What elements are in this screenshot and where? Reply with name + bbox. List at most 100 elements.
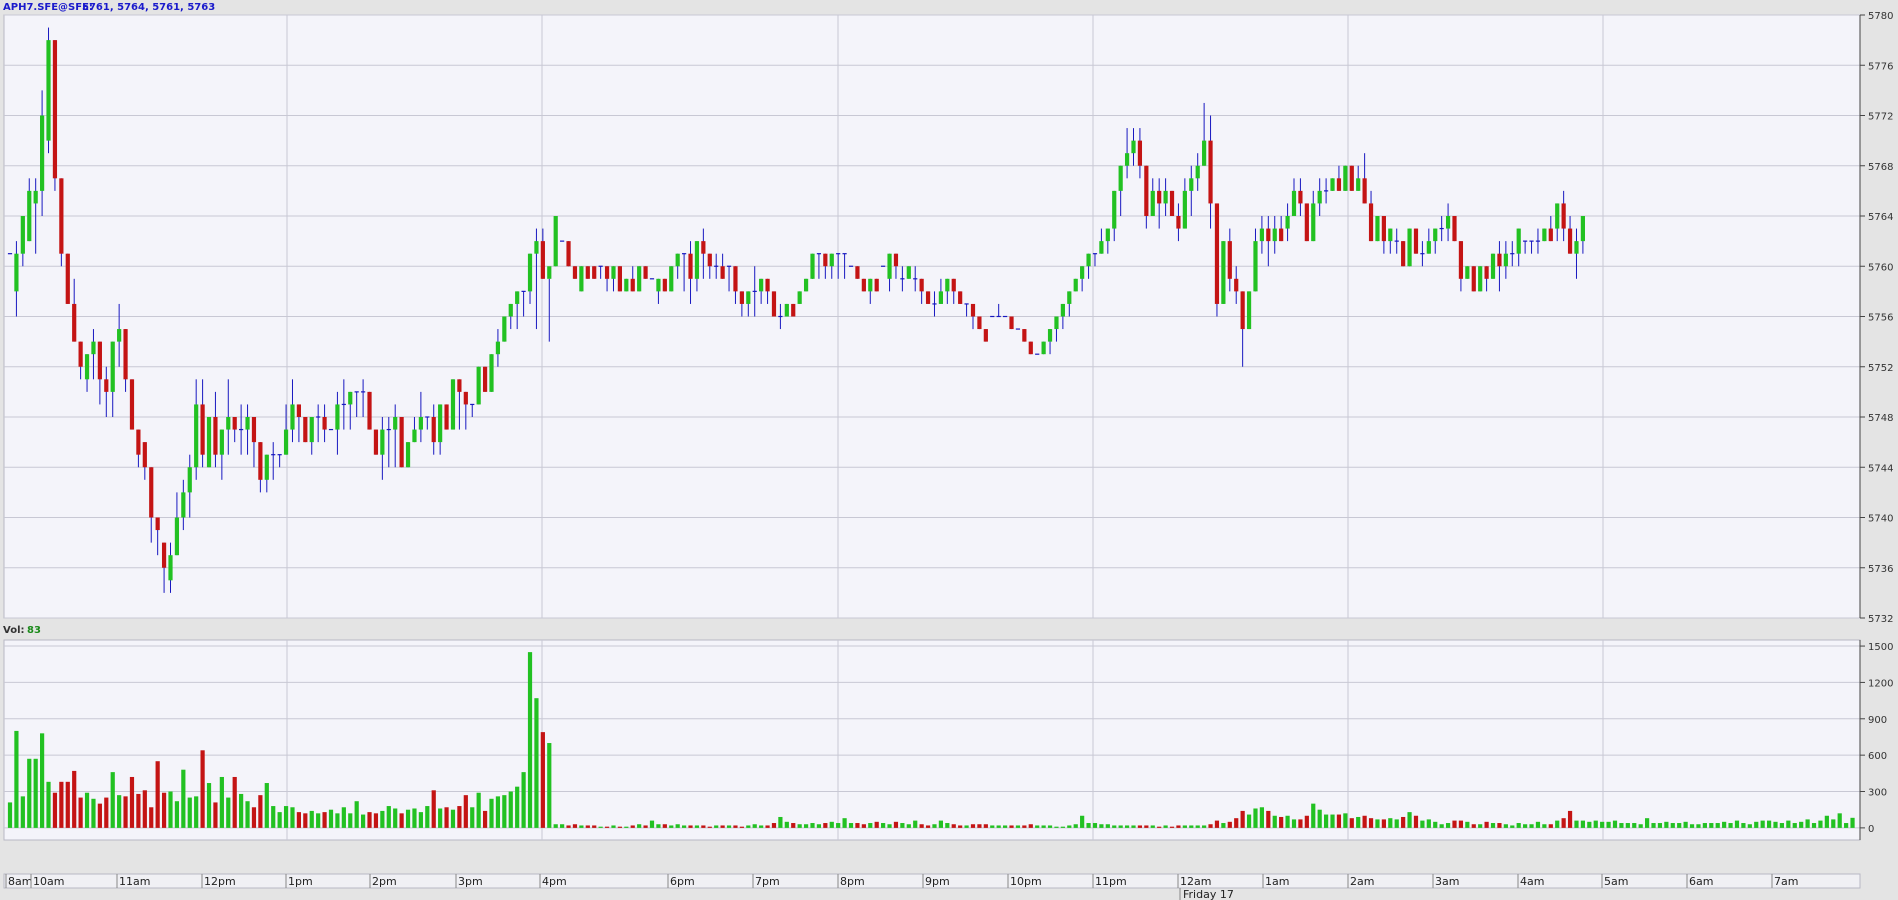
volume-bar xyxy=(1150,825,1155,828)
volume-bar xyxy=(149,807,154,828)
volume-bar xyxy=(1118,825,1123,828)
price-candle xyxy=(1490,253,1496,279)
price-candle xyxy=(617,266,622,292)
volume-bar xyxy=(604,826,610,828)
volume-tick-label: 1200 xyxy=(1868,678,1893,689)
candle-body xyxy=(489,354,494,392)
volume-bar xyxy=(893,821,899,828)
volume-bar xyxy=(495,796,501,828)
volume-bar xyxy=(97,803,102,828)
volume-bar xyxy=(155,761,160,828)
price-candle xyxy=(662,278,667,292)
price-candle xyxy=(1349,165,1354,191)
candle-body xyxy=(251,417,257,443)
candle-body xyxy=(784,303,789,317)
volume-bar xyxy=(560,824,565,828)
volume-bar xyxy=(1182,825,1187,828)
volume-bar xyxy=(983,824,988,828)
volume-bar xyxy=(579,825,584,828)
volume-bar xyxy=(1670,823,1675,828)
volume-bar xyxy=(540,732,545,828)
volume-bar xyxy=(1709,823,1714,828)
volume-bar xyxy=(1760,820,1765,828)
candle-body xyxy=(367,391,372,430)
candle-body xyxy=(1407,228,1412,267)
price-candle xyxy=(1169,190,1175,216)
volume-bar xyxy=(296,812,301,828)
volume-bar xyxy=(1285,815,1290,828)
price-candle xyxy=(643,266,648,279)
candle-body xyxy=(508,303,513,317)
volume-bar xyxy=(418,812,423,828)
candle-body xyxy=(983,329,988,342)
candle-body xyxy=(534,241,539,254)
volume-bar xyxy=(1240,810,1245,828)
volume-bar xyxy=(881,823,886,828)
candle-body xyxy=(219,429,224,455)
candle-body xyxy=(1214,203,1220,304)
price-candle xyxy=(1471,266,1476,292)
volume-bar xyxy=(1722,821,1727,828)
candle-body xyxy=(1490,253,1496,279)
volume-bar xyxy=(444,807,449,828)
volume-bar xyxy=(1022,825,1027,828)
volume-bar xyxy=(919,824,924,828)
volume-bar xyxy=(1600,821,1605,828)
volume-bar xyxy=(206,783,212,828)
time-tick-label: 6am xyxy=(1689,875,1713,888)
volume-bar xyxy=(1824,815,1829,828)
volume-bar xyxy=(129,776,135,828)
time-tick-label: 3pm xyxy=(458,875,483,888)
volume-bar xyxy=(598,826,603,828)
price-candle xyxy=(983,329,988,342)
candle-body xyxy=(1401,241,1406,267)
volume-bar xyxy=(1047,825,1053,828)
price-candle xyxy=(1022,329,1027,342)
price-tick-label: 5760 xyxy=(1868,262,1893,273)
candle-body xyxy=(1073,278,1078,292)
price-tick-label: 5780 xyxy=(1868,11,1893,22)
volume-bar xyxy=(1060,826,1065,828)
volume-bar xyxy=(1015,825,1021,828)
price-candle xyxy=(65,253,70,304)
volume-bar xyxy=(1324,814,1329,828)
price-candle xyxy=(579,266,584,292)
volume-bar xyxy=(771,823,777,828)
price-tick-label: 5752 xyxy=(1868,363,1893,374)
candle-body xyxy=(1336,178,1342,191)
candle-body xyxy=(52,40,58,179)
volume-readout: 83 xyxy=(27,625,41,636)
volume-bar xyxy=(1035,825,1040,828)
time-tick-label: 10pm xyxy=(1010,875,1042,888)
time-tick-label: 10am xyxy=(33,875,64,888)
candle-body xyxy=(1028,341,1033,355)
price-candle xyxy=(59,178,64,267)
candle-body xyxy=(1349,165,1354,191)
volume-bar xyxy=(1317,809,1322,828)
volume-bar xyxy=(194,796,199,828)
time-tick-label: 9pm xyxy=(925,875,950,888)
volume-bar xyxy=(1259,807,1264,828)
candle-body xyxy=(1567,228,1573,254)
volume-bar xyxy=(572,824,578,828)
candle-body xyxy=(27,190,32,242)
candle-body xyxy=(893,253,899,267)
volume-bar xyxy=(649,820,655,828)
price-candle xyxy=(1009,316,1014,330)
volume-bar xyxy=(20,796,25,828)
volume-bar xyxy=(277,812,282,828)
candle-body xyxy=(803,278,809,292)
price-candle xyxy=(303,417,308,443)
candle-body xyxy=(200,404,205,455)
candle-body xyxy=(1067,291,1072,304)
candle-body xyxy=(861,278,866,292)
candle-body xyxy=(174,517,180,556)
candle-body xyxy=(46,40,51,141)
candle-body xyxy=(322,417,327,430)
volume-bar xyxy=(264,783,269,828)
volume-bar xyxy=(1028,824,1033,828)
volume-bar xyxy=(33,758,38,828)
volume-bar xyxy=(592,825,597,828)
volume-bar xyxy=(1510,825,1515,828)
volume-bar xyxy=(1747,824,1752,828)
